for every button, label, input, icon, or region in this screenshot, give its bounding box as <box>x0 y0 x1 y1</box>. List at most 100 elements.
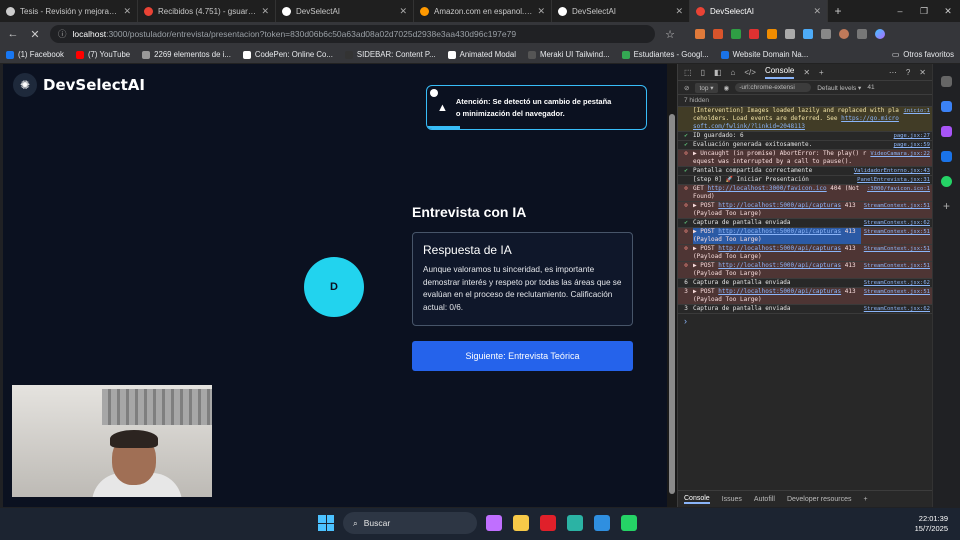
menu-icon[interactable] <box>857 29 867 39</box>
close-devtools-icon[interactable]: ✕ <box>919 68 926 77</box>
extension-icon[interactable] <box>713 29 723 39</box>
log-source-link[interactable]: ValidadorEntorno.jsx:43 <box>854 167 930 175</box>
close-tab-icon[interactable]: ✕ <box>675 6 683 17</box>
close-tab-icon[interactable]: ✕ <box>399 6 407 17</box>
console-log-entry[interactable]: ⊗ ▶ POST http://localhost:5000/api/captur… <box>678 245 932 262</box>
tools-icon[interactable] <box>941 126 952 137</box>
log-source-link[interactable]: StreamContext.jsx:51 <box>864 228 930 244</box>
log-source-link[interactable]: StreamContext.jsx:62 <box>864 219 930 227</box>
stop-loading-icon[interactable]: ✕ <box>28 28 42 41</box>
edge-app-icon[interactable] <box>567 515 583 531</box>
tab-console[interactable]: Console <box>764 66 795 79</box>
extension-icon[interactable] <box>695 29 705 39</box>
browser-tab[interactable]: DevSelectAI ✕ <box>690 0 828 22</box>
add-tab-icon[interactable]: + <box>819 68 824 77</box>
app-logo[interactable]: ✺ DevSelectAI <box>13 73 145 97</box>
extension-icon[interactable] <box>803 29 813 39</box>
close-tab-icon[interactable]: ✕ <box>123 6 131 17</box>
log-source-link[interactable]: StreamContext.jsx:62 <box>864 305 930 313</box>
close-tab-icon[interactable]: ✕ <box>261 6 269 17</box>
drawer-tab[interactable]: Console <box>684 495 710 504</box>
whatsapp-icon[interactable] <box>941 176 952 187</box>
search-icon[interactable] <box>941 76 952 87</box>
log-url-link[interactable]: http://localhost:5000/api/capturas <box>718 288 841 295</box>
bookmark-item[interactable]: SIDEBAR: Content P... <box>344 50 436 59</box>
copilot-icon[interactable] <box>875 29 885 39</box>
log-source-link[interactable]: StreamContext.jsx:51 <box>864 288 930 304</box>
help-icon[interactable]: ? <box>906 68 910 77</box>
opera-app-icon[interactable] <box>540 515 556 531</box>
bookmark-item[interactable]: Animated Modal <box>447 50 516 59</box>
system-clock[interactable]: 22:01:39 15/7/2025 <box>915 514 948 534</box>
browser-tab[interactable]: Amazon.com en espanol. Gar ✕ <box>414 0 552 22</box>
extension-icon[interactable] <box>785 29 795 39</box>
log-source-link[interactable]: page.jsx:27 <box>894 132 930 140</box>
log-url-link[interactable]: http://localhost:5000/api/capturas <box>718 228 841 235</box>
bookmark-item[interactable]: (7) YouTube <box>75 50 130 59</box>
drawer-tab[interactable]: Developer resources <box>787 496 852 503</box>
download-icon[interactable] <box>821 29 831 39</box>
other-bookmarks[interactable]: ▭ Otros favoritos <box>892 50 954 59</box>
taskbar-search[interactable]: ⌕ Buscar <box>343 512 477 534</box>
log-source-link[interactable]: inicio:1 <box>904 107 931 131</box>
log-source-link[interactable]: PanelEntrevista.jsx:31 <box>857 176 930 184</box>
log-url-link[interactable]: http://localhost:5000/api/capturas <box>718 202 841 209</box>
bookmark-item[interactable]: 2269 elementos de i... <box>142 50 231 59</box>
bookmark-item[interactable]: Website Domain Na... <box>720 50 808 59</box>
file-explorer-app-icon[interactable] <box>513 515 529 531</box>
log-source-link[interactable]: StreamContext.jsx:51 <box>864 202 930 218</box>
console-prompt-icon[interactable]: › <box>678 314 932 328</box>
add-drawer-tab-icon[interactable]: + <box>864 496 868 503</box>
browser-tab[interactable]: Recibidos (4.751) - gsuareza3 ✕ <box>138 0 276 22</box>
close-tab-icon[interactable]: ✕ <box>803 68 810 77</box>
console-log-entry[interactable]: ⊗ ▶ POST http://localhost:5000/api/captur… <box>678 262 932 279</box>
close-tab-icon[interactable]: ✕ <box>537 6 545 17</box>
site-info-icon[interactable]: ⓘ <box>58 28 67 40</box>
log-source-link[interactable]: StreamContext.jsx:51 <box>864 262 930 278</box>
back-arrow-icon[interactable]: ← <box>6 28 20 40</box>
vscode-app-icon[interactable] <box>594 515 610 531</box>
issues-count[interactable]: 41 <box>867 84 874 91</box>
next-interview-button[interactable]: Siguiente: Entrevista Teórica <box>412 341 633 371</box>
more-options-icon[interactable]: ⋯ <box>889 68 897 77</box>
device-toggle-icon[interactable]: ▯ <box>701 68 705 77</box>
log-url-link[interactable]: http://localhost:5000/api/capturas <box>718 245 841 252</box>
drawer-tab[interactable]: Issues <box>722 496 742 503</box>
extension-icon[interactable] <box>749 29 759 39</box>
log-source-link[interactable]: StreamContext.jsx:51 <box>864 245 930 261</box>
page-scrollbar[interactable] <box>667 64 677 507</box>
copilot-app-icon[interactable] <box>486 515 502 531</box>
profile-avatar-icon[interactable] <box>839 29 849 39</box>
log-url-link[interactable]: http://localhost:5000/api/capturas <box>718 262 841 269</box>
add-sidebar-app-icon[interactable]: + <box>941 200 952 212</box>
bookmark-star-icon[interactable]: ☆ <box>663 28 677 41</box>
console-log-entry[interactable]: [Intervention] Images loaded lazily and … <box>678 107 932 132</box>
console-log-entry[interactable]: ⊗ ▶ POST http://localhost:5000/api/captur… <box>678 202 932 219</box>
console-log-entry[interactable]: ✔ Pantalla compartida correctamente Valida… <box>678 167 932 176</box>
bookmark-item[interactable]: CodePen: Online Co... <box>242 50 333 59</box>
bookmark-item[interactable]: Meraki UI Tailwind... <box>527 50 610 59</box>
clear-console-icon[interactable]: ⊘ <box>684 84 689 92</box>
console-log-entry[interactable]: 3 ▶ POST http://localhost:5000/api/captur… <box>678 288 932 305</box>
extension-icon[interactable] <box>731 29 741 39</box>
console-log-entry[interactable]: ✔ Evaluación generada exitosamente. page.j… <box>678 141 932 150</box>
windows-start-icon[interactable] <box>318 515 334 531</box>
browser-tab[interactable]: DevSelectAI ✕ <box>276 0 414 22</box>
browser-tab[interactable]: DevSelectAI ✕ <box>552 0 690 22</box>
extension-icon[interactable] <box>767 29 777 39</box>
browser-tab[interactable]: Tesis - Revisión y mejoras ba ✕ <box>0 0 138 22</box>
close-window-button[interactable]: ✕ <box>936 0 960 22</box>
bookmark-item[interactable]: Estudiantes - Googl... <box>621 50 709 59</box>
close-tab-icon[interactable]: ✕ <box>813 6 821 17</box>
console-log-entry[interactable]: ✔ ID guardado: 6 page.jsx:27 <box>678 132 932 141</box>
whatsapp-app-icon[interactable] <box>621 515 637 531</box>
log-source-link[interactable]: StreamContext.jsx:62 <box>864 279 930 287</box>
log-source-link[interactable]: page.jsx:59 <box>894 141 930 149</box>
bookmark-item[interactable]: (1) Facebook <box>6 50 64 59</box>
log-source-link[interactable]: VideoCamara.jsx:22 <box>870 150 930 166</box>
sidebar-toggle-icon[interactable]: ◧ <box>714 68 722 77</box>
console-log-entry[interactable]: ⊗ GET http://localhost:3000/favicon.ico 4… <box>678 185 932 202</box>
games-icon[interactable] <box>941 151 952 162</box>
console-log-entry[interactable]: 6 Captura de pantalla enviada StreamContex… <box>678 279 932 288</box>
inspect-element-icon[interactable]: ⬚ <box>684 68 692 77</box>
